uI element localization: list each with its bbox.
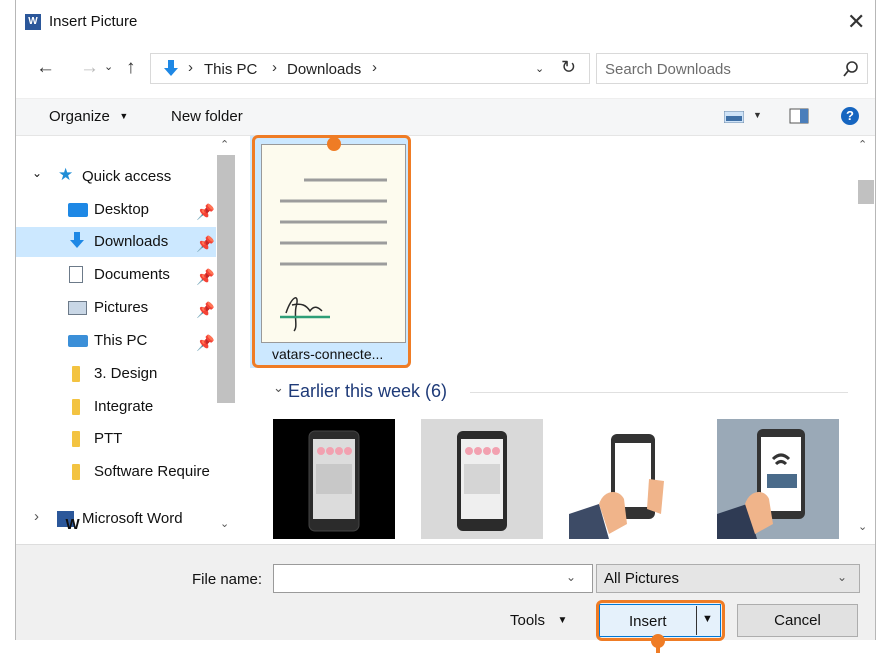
search-placeholder: Search Downloads	[605, 61, 731, 78]
pin-icon: 📌	[196, 302, 215, 319]
sidebar-item-integrate[interactable]: Integrate	[16, 392, 216, 422]
tools-dropdown-icon: ▼	[557, 615, 568, 626]
toolbar	[16, 98, 875, 136]
pin-icon: 📌	[196, 236, 215, 253]
word-icon: W	[57, 511, 80, 533]
sidebar-item-label: Integrate	[94, 398, 154, 415]
sidebar-item-documents[interactable]: Documents 📌	[16, 260, 216, 290]
image-thumbnail[interactable]	[717, 419, 839, 539]
sidebar-item-label: Downloads	[94, 233, 169, 250]
computer-icon	[68, 335, 88, 347]
file-name-dropdown-chevron-icon[interactable]: ⌄	[566, 570, 576, 584]
footer-divider	[16, 544, 875, 545]
group-header-divider	[470, 392, 848, 393]
sidebar-item-label: 3. Design	[94, 365, 158, 382]
back-arrow-icon[interactable]: ←	[36, 57, 55, 79]
image-thumbnail[interactable]	[273, 419, 395, 539]
sidebar-item-microsoft-word[interactable]: › W Microsoft Word	[16, 504, 216, 534]
pin-icon: 📌	[196, 269, 215, 286]
breadcrumb-this-pc[interactable]: This PC	[204, 61, 257, 78]
sidebar-item-label: Microsoft Word	[82, 510, 183, 527]
organize-label: Organize	[49, 108, 110, 125]
search-input[interactable]: Search Downloads	[596, 53, 868, 84]
main-scroll-down-icon[interactable]: ⌄	[858, 520, 867, 533]
sidebar-item-label: This PC	[94, 332, 148, 349]
expand-chevron-right-icon[interactable]: ›	[34, 508, 39, 525]
sidebar-item-label: Quick access	[82, 168, 172, 185]
organize-dropdown-icon: ▼	[119, 111, 129, 121]
expand-chevron-icon[interactable]: ⌄	[32, 166, 42, 180]
sidebar-scroll-up-icon[interactable]: ⌃	[220, 138, 229, 151]
callout-dot-top	[327, 137, 341, 151]
sidebar-item-desktop[interactable]: Desktop 📌	[16, 195, 216, 225]
pictures-icon	[68, 301, 87, 315]
image-thumbnail[interactable]	[421, 419, 543, 539]
sidebar-item-quick-access[interactable]: ⌄ ★ Quick access	[16, 162, 216, 192]
cancel-button[interactable]: Cancel	[737, 604, 858, 637]
address-dropdown-chevron-icon[interactable]: ⌄	[535, 62, 544, 75]
sidebar-item-ptt[interactable]: PTT	[16, 424, 216, 454]
tools-label: Tools	[510, 612, 546, 629]
breadcrumb-downloads[interactable]: Downloads	[287, 61, 361, 78]
breadcrumb-separator-icon: ›	[272, 59, 277, 76]
refresh-icon[interactable]: ↻	[561, 57, 576, 78]
group-header[interactable]: Earlier this week (6)	[288, 381, 447, 402]
window-title: Insert Picture	[49, 13, 138, 30]
folder-icon	[72, 464, 80, 480]
callout-dot-bottom	[651, 634, 665, 648]
tools-button[interactable]: Tools ▼	[510, 612, 567, 630]
file-type-select[interactable]: All Pictures ⌄	[596, 564, 860, 593]
sidebar-scrollbar-thumb[interactable]	[217, 155, 235, 403]
forward-arrow-icon[interactable]: →	[80, 57, 99, 79]
file-type-value: All Pictures	[604, 570, 680, 587]
change-view-icon[interactable]	[724, 111, 744, 123]
group-collapse-chevron-icon[interactable]: ⌄	[273, 380, 284, 396]
word-app-icon: W	[25, 14, 41, 30]
help-icon[interactable]: ?	[841, 107, 859, 125]
word-app-icon-letter: W	[28, 16, 38, 27]
cancel-button-label: Cancel	[774, 612, 821, 629]
folder-icon	[72, 399, 80, 415]
download-icon	[68, 231, 86, 251]
desktop-icon	[68, 203, 88, 217]
pin-icon: 📌	[196, 335, 215, 352]
folder-icon	[72, 431, 80, 447]
recent-locations-chevron-icon[interactable]: ⌄	[104, 60, 113, 73]
file-name-label: File name:	[192, 571, 263, 588]
file-name-input[interactable]: ⌄	[273, 564, 593, 593]
word-icon-letter: W	[65, 516, 80, 533]
folder-icon	[72, 366, 80, 382]
image-thumbnail[interactable]	[569, 419, 691, 539]
file-type-dropdown-chevron-icon[interactable]: ⌄	[837, 570, 847, 584]
download-location-icon	[162, 58, 180, 78]
navigation-pane: ⌃ ⌄ ⌄ ★ Quick access Desktop 📌 Downloads…	[16, 135, 238, 541]
pin-icon: 📌	[196, 204, 215, 221]
sidebar-item-this-pc[interactable]: This PC 📌	[16, 326, 216, 356]
organize-button[interactable]: Organize ▼	[49, 108, 128, 126]
sidebar-item-label: Documents	[94, 266, 170, 283]
sidebar-item-downloads[interactable]: Downloads 📌	[16, 227, 216, 257]
sidebar-item-label: Software Require	[94, 463, 210, 480]
new-folder-button[interactable]: New folder	[171, 108, 243, 125]
breadcrumb-separator-icon: ›	[372, 59, 377, 76]
preview-pane-icon[interactable]	[789, 108, 809, 124]
main-scrollbar-thumb[interactable]	[858, 180, 874, 204]
main-scroll-up-icon[interactable]: ⌃	[858, 138, 867, 151]
breadcrumb-separator-icon: ›	[188, 59, 193, 76]
documents-icon	[69, 266, 83, 283]
search-icon[interactable]	[843, 61, 859, 77]
selected-file-highlight	[252, 135, 411, 368]
view-options-dropdown-icon[interactable]: ▼	[753, 110, 762, 120]
star-icon: ★	[58, 165, 74, 184]
sidebar-item-label: PTT	[94, 430, 123, 447]
sidebar-scroll-down-icon[interactable]: ⌄	[220, 517, 229, 530]
sidebar-item-pictures[interactable]: Pictures 📌	[16, 293, 216, 323]
sidebar-item-label: Pictures	[94, 299, 149, 316]
up-arrow-icon[interactable]: ↑	[126, 57, 136, 79]
insert-picture-dialog: W Insert Picture ✕ ← → ⌄ ↑ › This PC › D…	[15, 0, 876, 641]
sidebar-item-label: Desktop	[94, 201, 150, 218]
close-icon[interactable]: ✕	[847, 9, 865, 35]
sidebar-item-design[interactable]: 3. Design	[16, 359, 216, 389]
sidebar-item-software-require[interactable]: Software Require	[16, 457, 216, 487]
